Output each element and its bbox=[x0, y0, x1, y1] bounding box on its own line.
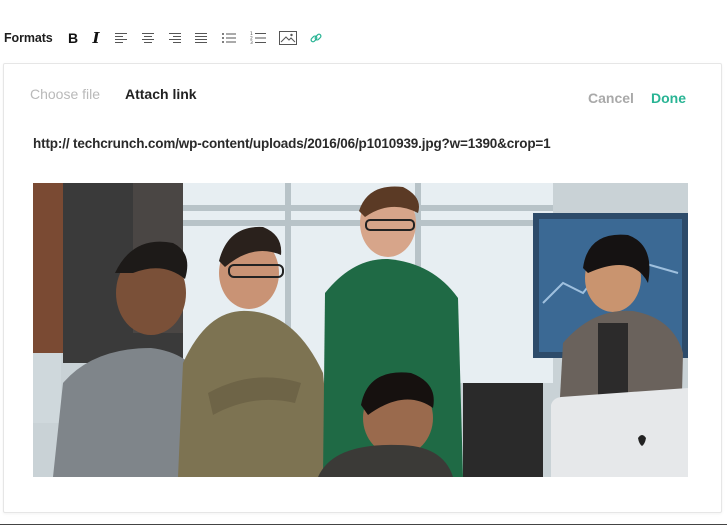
align-right-icon bbox=[169, 33, 181, 43]
attached-photo bbox=[33, 183, 688, 477]
formats-dropdown[interactable]: Formats bbox=[4, 31, 53, 45]
align-center-button[interactable] bbox=[138, 28, 158, 48]
italic-button[interactable]: I bbox=[86, 28, 106, 48]
italic-label: I bbox=[92, 29, 100, 47]
image-icon bbox=[279, 31, 297, 45]
align-right-button[interactable] bbox=[165, 28, 185, 48]
bold-label: B bbox=[67, 30, 79, 46]
align-center-icon bbox=[142, 33, 154, 43]
photo-illustration bbox=[33, 183, 688, 477]
divider bbox=[0, 524, 727, 525]
insert-link-button[interactable] bbox=[306, 28, 326, 48]
formatting-toolbar: Formats B I 1 2 3 bbox=[0, 22, 727, 54]
attach-media-panel: Choose file Attach link Cancel Done http… bbox=[3, 63, 722, 513]
cancel-button[interactable]: Cancel bbox=[588, 90, 634, 106]
numbered-list-icon: 123 bbox=[250, 31, 266, 45]
bullet-list-button[interactable] bbox=[219, 28, 239, 48]
bullet-list-icon bbox=[222, 33, 236, 43]
align-left-button[interactable] bbox=[111, 28, 131, 48]
bold-button[interactable]: B bbox=[63, 28, 83, 48]
align-left-icon bbox=[115, 33, 127, 43]
tab-attach-link[interactable]: Attach link bbox=[125, 86, 197, 102]
numbered-list-button[interactable]: 123 bbox=[248, 28, 268, 48]
tab-choose-file[interactable]: Choose file bbox=[30, 86, 100, 102]
link-url-field[interactable]: http:// techcrunch.com/wp-content/upload… bbox=[33, 136, 551, 151]
svg-text:3: 3 bbox=[250, 40, 253, 45]
done-button[interactable]: Done bbox=[651, 90, 686, 106]
insert-image-button[interactable] bbox=[278, 28, 298, 48]
align-justify-button[interactable] bbox=[191, 28, 211, 48]
link-icon bbox=[310, 33, 322, 43]
align-justify-icon bbox=[195, 33, 207, 43]
